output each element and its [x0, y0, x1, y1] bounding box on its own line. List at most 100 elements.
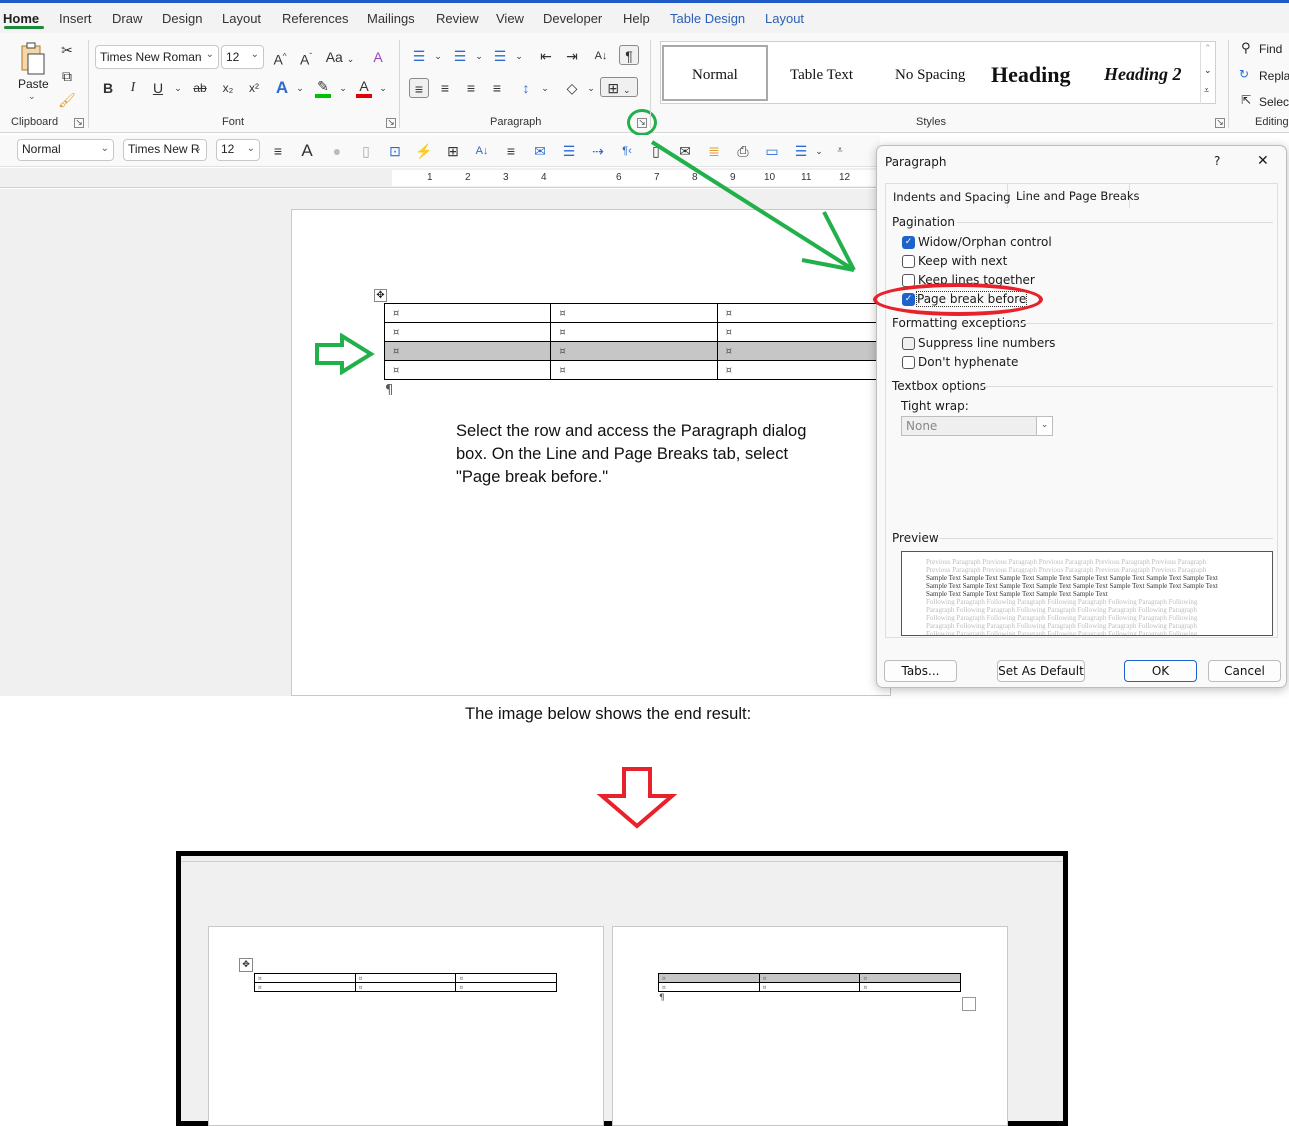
table-row[interactable]: ¤ ¤ ¤: [383, 322, 885, 342]
quick-parts-icon[interactable]: ⚡: [414, 141, 434, 161]
chevron-down-icon[interactable]: ⌄: [290, 78, 310, 98]
clear-formatting-icon[interactable]: A: [368, 47, 388, 67]
font-color-icon[interactable]: A: [354, 76, 374, 96]
scroll-down-icon[interactable]: ⌄: [1204, 66, 1212, 76]
chevron-down-icon[interactable]: ⌄: [581, 78, 601, 98]
replace-button[interactable]: Repla: [1259, 69, 1289, 83]
find-icon[interactable]: ⚲: [1241, 41, 1251, 56]
tab-table-layout[interactable]: Layout: [765, 11, 804, 26]
ok-button[interactable]: OK: [1124, 660, 1197, 682]
paragraph-format-icon[interactable]: ≡: [268, 141, 288, 161]
bold-button[interactable]: B: [98, 78, 118, 98]
tabs-button[interactable]: Tabs...: [884, 660, 957, 682]
tab-references[interactable]: References: [282, 11, 348, 26]
borders-button[interactable]: ⊞ ⌄: [600, 77, 638, 97]
shading-icon[interactable]: ◇: [562, 78, 582, 98]
table-row[interactable]: ¤ ¤ ¤: [383, 360, 885, 380]
clipboard-launcher-icon[interactable]: ↘: [74, 118, 84, 128]
table-cell[interactable]: ¤: [254, 973, 356, 983]
chevron-down-icon[interactable]: ⌄: [509, 46, 529, 66]
justify-icon[interactable]: ≡: [487, 78, 507, 98]
style-normal[interactable]: Normal: [692, 67, 738, 84]
cancel-button[interactable]: Cancel: [1208, 660, 1281, 682]
grow-font-icon[interactable]: A^: [270, 47, 290, 68]
select-cursor-icon[interactable]: ⇱: [1241, 93, 1251, 107]
tight-wrap-dropdown[interactable]: None ⌄: [901, 416, 1053, 436]
table-row[interactable]: ¤ ¤ ¤: [254, 973, 557, 983]
align-left-icon[interactable]: ≡: [409, 78, 429, 98]
chevron-down-icon[interactable]: ⌄: [535, 78, 555, 98]
widow-orphan-checkbox[interactable]: ✓: [902, 236, 915, 249]
font-name-dropdown[interactable]: Times New Roman ⌄: [95, 45, 219, 69]
table-cell[interactable]: ¤: [550, 303, 718, 323]
style-heading-2[interactable]: Heading 2: [1104, 64, 1182, 85]
tab-mailings[interactable]: Mailings: [367, 11, 415, 26]
tab-indents-spacing[interactable]: Indents and Spacing: [893, 190, 1011, 204]
tab-home[interactable]: Home: [3, 11, 39, 26]
table-cell[interactable]: ¤: [716, 341, 885, 361]
italic-button[interactable]: I: [123, 78, 143, 98]
sort-icon[interactable]: A↓: [591, 46, 611, 66]
font-launcher-icon[interactable]: ↘: [386, 118, 396, 128]
tab-review[interactable]: Review: [436, 11, 479, 26]
table-select-icon[interactable]: ⊞: [443, 141, 463, 161]
decrease-indent-icon[interactable]: ⇤: [536, 46, 556, 66]
scroll-up-icon[interactable]: ⌃: [1204, 44, 1212, 54]
chevron-down-icon[interactable]: ⌄: [373, 78, 393, 98]
style-heading[interactable]: Heading: [991, 62, 1070, 88]
strikethrough-button[interactable]: ab: [190, 78, 210, 98]
table-cell[interactable]: ¤: [550, 322, 718, 342]
text-effects-icon[interactable]: A: [272, 78, 292, 98]
line-spacing-icon[interactable]: ↕: [516, 78, 536, 98]
highlight-icon[interactable]: ✎: [313, 76, 333, 96]
document-table[interactable]: ¤ ¤ ¤ ¤ ¤ ¤ ¤ ¤ ¤ ¤ ¤ ¤: [383, 303, 885, 380]
paste-button[interactable]: [20, 42, 46, 76]
style-no-spacing[interactable]: No Spacing: [895, 67, 965, 84]
tab-developer[interactable]: Developer: [543, 11, 602, 26]
multilevel-list-icon[interactable]: ☰: [490, 46, 510, 66]
rtl-mark-icon[interactable]: ¶‹: [617, 141, 637, 161]
table-cell[interactable]: ¤: [758, 982, 861, 992]
change-case-button[interactable]: Aa ⌄: [324, 47, 356, 67]
table-cell[interactable]: ¤: [550, 341, 718, 361]
table-cell[interactable]: ¤: [354, 982, 457, 992]
styles-launcher-icon[interactable]: ↘: [1215, 118, 1225, 128]
table-cell[interactable]: ¤: [859, 973, 961, 983]
keep-with-next-checkbox[interactable]: [902, 255, 915, 268]
bullets-icon[interactable]: ☰: [409, 46, 429, 66]
numbering-icon[interactable]: ☰: [450, 46, 470, 66]
tab-draw[interactable]: Draw: [112, 11, 142, 26]
suppress-line-numbers-checkbox[interactable]: [902, 337, 915, 350]
chevron-down-icon[interactable]: ⌄: [333, 78, 353, 98]
table-cell[interactable]: ¤: [455, 982, 557, 992]
table-cell[interactable]: ¤: [354, 973, 457, 983]
style-dropdown[interactable]: Normal ⌄: [17, 139, 114, 161]
chevron-down-icon[interactable]: ⌄: [428, 46, 448, 66]
table-cell[interactable]: ¤: [658, 973, 760, 983]
font-dropdown[interactable]: Times New R ⌄: [123, 139, 207, 161]
tab-table-design[interactable]: Table Design: [670, 11, 745, 26]
paste-chevron-icon[interactable]: ⌄: [28, 92, 36, 102]
textbox-icon[interactable]: ⊡: [385, 141, 405, 161]
dont-hyphenate-checkbox[interactable]: [902, 356, 915, 369]
tab-insert[interactable]: Insert: [59, 11, 92, 26]
select-button[interactable]: Select: [1259, 95, 1289, 109]
table-cell[interactable]: ¤: [254, 982, 356, 992]
close-icon[interactable]: ✕: [1257, 153, 1269, 169]
table-cell[interactable]: ¤: [383, 322, 552, 342]
style-table-text[interactable]: Table Text: [790, 67, 853, 84]
sort-icon[interactable]: A↓: [472, 141, 492, 161]
envelope-doc-icon[interactable]: ✉: [530, 141, 550, 161]
table-row[interactable]: ¤ ¤ ¤: [254, 982, 557, 992]
table-row[interactable]: ¤ ¤ ¤: [383, 303, 885, 323]
table-row[interactable]: ¤ ¤ ¤: [658, 982, 961, 992]
replace-icon[interactable]: ↻: [1239, 67, 1249, 81]
document-link-icon[interactable]: ▯: [356, 141, 376, 161]
list-icon[interactable]: ☰: [559, 141, 579, 161]
shrink-font-icon[interactable]: Aˇ: [296, 47, 316, 68]
table-cell[interactable]: ¤: [716, 360, 885, 380]
table-cell[interactable]: ¤: [383, 360, 552, 380]
spacing-icon[interactable]: ≡: [501, 141, 521, 161]
table-cell[interactable]: ¤: [716, 322, 885, 342]
table-row[interactable]: ¤ ¤ ¤: [658, 973, 961, 983]
